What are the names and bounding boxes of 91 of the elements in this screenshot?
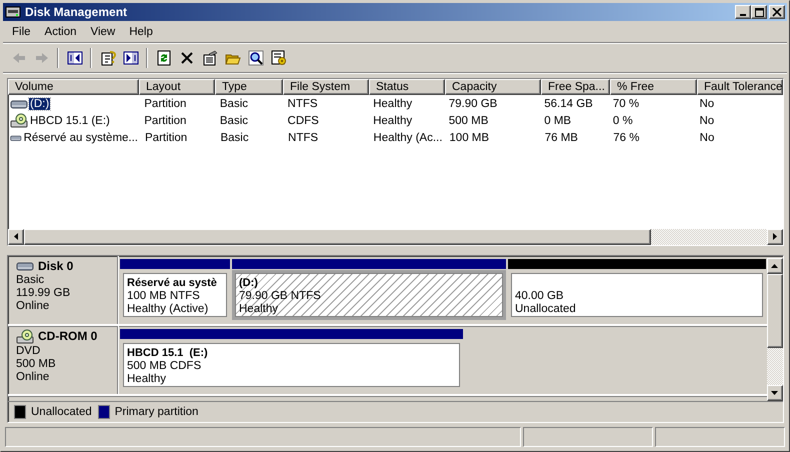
minimize-button[interactable]: [735, 5, 751, 19]
scroll-up-icon[interactable]: [771, 264, 778, 268]
table-cell-text: Partition: [143, 98, 188, 110]
back-arrow-icon: [10, 50, 26, 66]
column-header[interactable]: Volume: [8, 79, 139, 95]
forward-arrow-icon: [34, 50, 50, 66]
search-icon: [248, 50, 264, 66]
close-button[interactable]: [769, 5, 785, 19]
partition-box[interactable]: Réservé au systè 100 MB NTFS Healthy (Active): [120, 270, 230, 320]
table-cell-text: 100 MB: [448, 132, 490, 144]
horizontal-scrollbar[interactable]: [8, 229, 783, 245]
properties-icon: [202, 50, 218, 66]
table-cell-text: 76 MB: [544, 132, 579, 144]
cd-drive-icon: [16, 329, 34, 344]
table-cell-text: NTFS: [287, 132, 320, 144]
table-cell-text: Basic: [219, 132, 250, 144]
table-cell-text: Partition: [143, 114, 188, 126]
close-icon: [772, 8, 782, 16]
partition-box[interactable]: (D:) 79.90 GB NTFS Healthy: [232, 270, 506, 320]
table-cell-text: 500 MB: [448, 114, 490, 126]
partition-box[interactable]: HBCD 15.1 (E:) 500 MB CDFS Healthy: [120, 340, 463, 390]
partition-status: Healthy (Active): [127, 303, 208, 316]
partition-status: Healthy: [127, 373, 166, 386]
vertical-scrollbar[interactable]: [767, 258, 783, 401]
disk-type: DVD: [16, 345, 42, 358]
refresh-icon: [156, 50, 172, 66]
menu-item[interactable]: View: [84, 26, 122, 38]
partition-size: 100 MB NTFS: [127, 290, 200, 303]
table-cell-text: 79.90 GB: [448, 98, 498, 110]
window-title: Disk Management: [25, 5, 128, 19]
scroll-down-icon[interactable]: [771, 391, 778, 395]
partition-name: HBCD 15.1 (E:): [127, 347, 208, 360]
volume-name[interactable]: HBCD 15.1 (E:): [29, 114, 111, 126]
legend-label: Unallocated: [31, 406, 92, 418]
cd-drive-icon: [10, 113, 28, 128]
column-header[interactable]: Capacity: [445, 79, 541, 95]
partition-name: Réservé au systè: [127, 277, 217, 290]
disk-name: CD-ROM 0: [38, 330, 98, 343]
table-cell-text: 56.14 GB: [543, 98, 594, 110]
disk-size: 500 MB: [16, 358, 57, 371]
partition-size: 500 MB CDFS: [127, 360, 202, 373]
table-cell-text: 76 %: [612, 132, 640, 144]
partition-size: 79.90 GB NTFS: [239, 290, 321, 303]
partition-size: 40.00 GB: [515, 290, 564, 303]
table-cell-text: NTFS: [286, 98, 319, 110]
delete-icon: [178, 50, 194, 66]
column-header[interactable]: Layout: [139, 79, 215, 95]
table-cell-text: Healthy: [372, 114, 414, 126]
column-header[interactable]: File System: [283, 79, 369, 95]
disk-name: Disk 0: [38, 260, 74, 272]
menu-item[interactable]: Help: [122, 26, 160, 38]
table-cell-text: Basic: [218, 98, 249, 110]
settings-icon: [270, 50, 286, 66]
maximize-button[interactable]: [751, 5, 767, 19]
column-header[interactable]: Free Spa...: [541, 79, 610, 95]
table-cell-text: Healthy: [372, 98, 414, 110]
maximize-icon: [754, 8, 764, 16]
column-header[interactable]: Fault Tolerance: [697, 79, 783, 95]
disk-size: 119.99 GB: [16, 287, 72, 300]
table-cell-text: 0 MB: [543, 114, 572, 126]
disk-type: Basic: [16, 274, 46, 287]
legend-label: Primary partition: [114, 406, 198, 418]
table-cell-text: No: [698, 114, 716, 126]
table-cell-text: Healthy (Ac...: [372, 132, 444, 144]
column-header[interactable]: Type: [215, 79, 283, 95]
disk-status: Online: [16, 371, 50, 384]
help-icon: [100, 50, 116, 66]
app-icon: [5, 4, 21, 20]
column-header[interactable]: % Free: [610, 79, 697, 95]
scroll-right-icon[interactable]: [773, 233, 777, 240]
scroll-left-icon[interactable]: [14, 233, 18, 240]
table-cell-text: No: [698, 98, 716, 110]
table-cell-text: Basic: [218, 114, 249, 126]
disk-status: Online: [16, 300, 50, 313]
table-cell-text: CDFS: [286, 114, 320, 126]
minimize-icon: [740, 14, 746, 16]
column-header[interactable]: Status: [369, 79, 445, 95]
table-cell-text: 70 %: [612, 98, 640, 110]
panel-toggle-icon: [122, 50, 138, 66]
partition-box[interactable]: 40.00 GB Unallocated: [508, 270, 766, 320]
partition-status: Healthy: [239, 303, 278, 316]
table-cell-text: No: [698, 132, 716, 144]
volume-name[interactable]: (D:): [29, 98, 50, 110]
table-cell-text: 0 %: [612, 114, 634, 126]
partition-name: (D:): [239, 277, 258, 290]
panel-toggle-icon: [66, 50, 82, 66]
partition-status: Unallocated: [515, 303, 576, 316]
table-cell-text: Partition: [144, 132, 188, 144]
menu-item[interactable]: Action: [38, 26, 84, 38]
menu-item[interactable]: File: [5, 26, 38, 38]
volume-name[interactable]: Réservé au système...: [22, 132, 139, 144]
